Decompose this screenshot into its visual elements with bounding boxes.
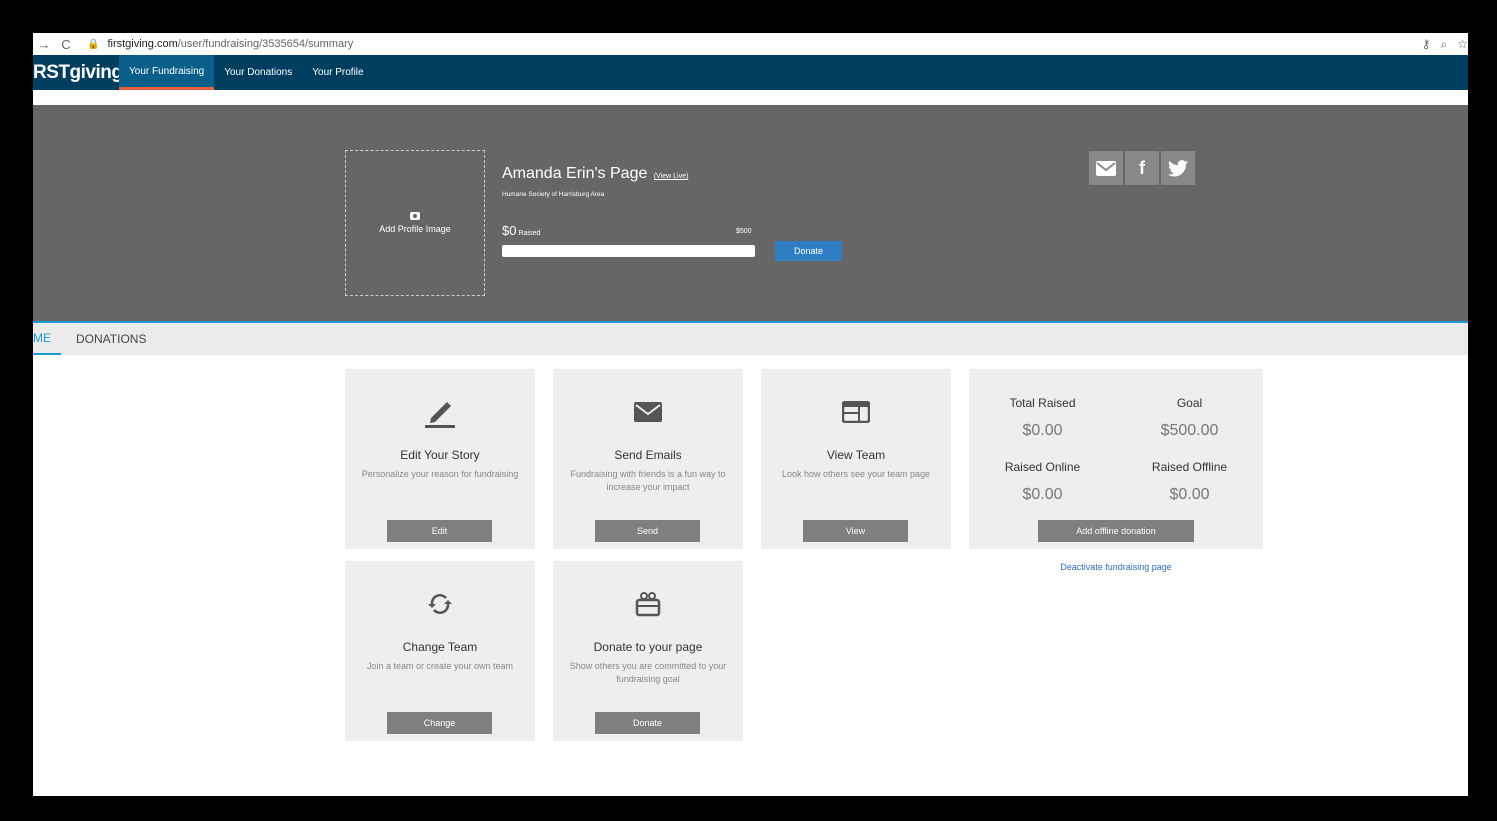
page-title-text: Amanda Erin's Page: [502, 165, 648, 182]
card-title: View Team: [826, 448, 886, 462]
key-icon[interactable]: ⚷: [1422, 37, 1431, 51]
edit-story-card: Edit Your Story Personalize your reason …: [345, 369, 535, 549]
card-description: Personalize your reason for fundraising: [361, 469, 519, 479]
url-host: firstgiving.com: [107, 38, 178, 50]
raised-value: $0: [502, 223, 517, 238]
raised-offline-stat: Raised Offline $0.00: [1116, 460, 1263, 504]
card-description: Look how others see your team page: [781, 469, 931, 479]
nav-your-fundraising[interactable]: Your Fundraising: [119, 55, 215, 90]
camera-icon: [410, 212, 420, 220]
site-nav: RSTgiving Your Fundraising Your Donation…: [33, 55, 1468, 90]
reload-icon[interactable]: C: [55, 37, 77, 52]
nav-your-donations[interactable]: Your Donations: [214, 55, 302, 90]
page-title: Amanda Erin's Page (View Live): [502, 165, 688, 183]
progress-bar: [502, 245, 755, 257]
tab-donations[interactable]: DONATIONS: [61, 323, 161, 355]
lock-icon: 🔒: [87, 38, 100, 50]
url-field[interactable]: firstgiving.com/user/fundraising/3535654…: [107, 38, 353, 50]
raised-online-value: $0.00: [1022, 486, 1063, 503]
url-path: /user/fundraising/3535654/summary: [177, 38, 354, 50]
change-team-card: Change Team Join a team or create your o…: [345, 561, 535, 741]
view-button[interactable]: View: [803, 520, 908, 542]
send-button[interactable]: Send: [595, 520, 700, 542]
pencil-icon: [345, 397, 535, 428]
goal-amount: $500: [736, 228, 752, 235]
browser-actions: ⚷ ⌕ ☆: [1422, 33, 1468, 55]
card-title: Edit Your Story: [400, 448, 480, 462]
card-description: Show others you are committed to your fu…: [569, 661, 727, 684]
nav-your-profile[interactable]: Your Profile: [302, 55, 373, 90]
deactivate-page-link[interactable]: Deactivate fundraising page: [969, 562, 1263, 572]
twitter-share-icon[interactable]: [1161, 151, 1195, 185]
logo-text: RSTgiving: [33, 61, 123, 83]
donate-button[interactable]: Donate: [775, 241, 842, 261]
card-title: Change Team: [402, 640, 478, 654]
raised-online-stat: Raised Online $0.00: [969, 460, 1116, 504]
forward-icon[interactable]: →: [33, 37, 55, 52]
monitor-frame: → C 🔒 firstgiving.com/user/fundraising/3…: [0, 0, 1497, 821]
team-page-icon: [761, 397, 951, 427]
card-description: Join a team or create your own team: [366, 661, 514, 671]
browser-address-bar: → C 🔒 firstgiving.com/user/fundraising/3…: [33, 33, 1468, 55]
refresh-icon: [345, 589, 535, 619]
raised-label: Raised: [518, 230, 541, 237]
star-icon[interactable]: ☆: [1457, 37, 1468, 51]
add-profile-image-box[interactable]: Add Profile Image: [345, 150, 485, 296]
donate-to-page-card: Donate to your page Show others you are …: [553, 561, 743, 741]
tab-me[interactable]: ME: [33, 323, 61, 355]
raised-offline-value: $0.00: [1169, 486, 1210, 503]
raised-amount: $0 Raised: [502, 223, 540, 238]
card-title: Send Emails: [614, 448, 682, 462]
zoom-icon[interactable]: ⌕: [1441, 37, 1448, 52]
donate-card-button[interactable]: Donate: [595, 712, 700, 734]
view-live-link[interactable]: (View Live): [654, 173, 689, 180]
raised-online-label: Raised Online: [1004, 460, 1081, 474]
page-tabs: ME DONATIONS: [33, 323, 1468, 355]
fundraising-stats: Total Raised $0.00 Goal $500.00 Raised O…: [969, 369, 1263, 549]
organization-name[interactable]: Humane Society of Harrisburg Area: [502, 191, 604, 198]
share-buttons: f: [1089, 151, 1195, 185]
edit-button[interactable]: Edit: [387, 520, 492, 542]
gift-icon: [553, 589, 743, 619]
goal-label: Goal: [1176, 396, 1203, 410]
total-raised-value: $0.00: [1022, 422, 1063, 439]
view-team-card: View Team Look how others see your team …: [761, 369, 951, 549]
firstgiving-logo[interactable]: RSTgiving: [33, 55, 123, 90]
add-profile-image-label: Add Profile Image: [379, 224, 451, 234]
envelope-icon: [553, 397, 743, 427]
goal-value: $500.00: [1160, 422, 1219, 439]
total-raised-stat: Total Raised $0.00: [969, 396, 1116, 440]
total-raised-label: Total Raised: [1009, 396, 1076, 410]
card-title: Donate to your page: [593, 640, 703, 654]
facebook-share-icon[interactable]: f: [1125, 151, 1159, 185]
add-offline-donation-button[interactable]: Add offline donation: [1038, 520, 1194, 542]
browser-screen: → C 🔒 firstgiving.com/user/fundraising/3…: [33, 33, 1468, 796]
raised-offline-label: Raised Offline: [1151, 460, 1228, 474]
change-button[interactable]: Change: [387, 712, 492, 734]
goal-stat: Goal $500.00: [1116, 396, 1263, 440]
email-share-icon[interactable]: [1089, 151, 1123, 185]
card-description: Fundraising with friends is a fun way to…: [570, 469, 726, 492]
send-emails-card: Send Emails Fundraising with friends is …: [553, 369, 743, 549]
fundraising-hero: Add Profile Image Amanda Erin's Page (Vi…: [33, 105, 1468, 322]
